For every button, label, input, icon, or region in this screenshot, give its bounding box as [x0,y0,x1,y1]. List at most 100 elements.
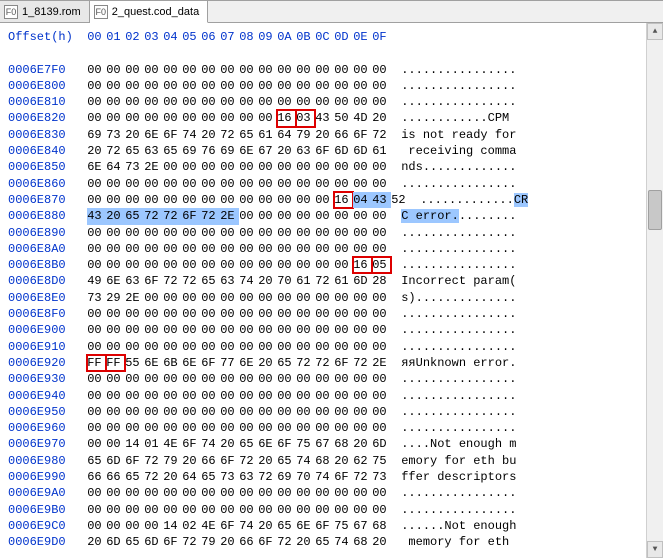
hex-byte[interactable]: 00 [144,502,163,518]
hex-byte[interactable]: 00 [125,257,144,273]
hex-byte[interactable]: 72 [144,469,163,485]
hex-byte[interactable]: 00 [258,485,277,501]
hex-byte[interactable]: 00 [296,257,315,273]
hex-byte[interactable]: 00 [315,502,334,518]
hex-byte[interactable]: 61 [334,273,353,289]
hex-byte[interactable]: 00 [315,241,334,257]
hex-byte[interactable]: 6F [277,436,296,452]
hex-byte[interactable]: 00 [220,485,239,501]
hex-byte[interactable]: 00 [239,388,258,404]
hex-byte[interactable]: 68 [315,453,334,469]
hex-row[interactable]: 0006E840 20726563656976696E6720636F6D6D6… [8,143,642,159]
hex-byte[interactable]: 64 [182,469,201,485]
hex-byte[interactable]: 72 [163,208,182,224]
hex-byte[interactable]: 2E [372,355,391,371]
hex-byte[interactable]: 00 [182,339,201,355]
hex-byte[interactable]: 65 [125,143,144,159]
hex-byte[interactable]: 00 [182,485,201,501]
hex-byte[interactable]: 00 [163,78,182,94]
hex-row[interactable]: 0006E940 0000000000000000000000000000000… [8,388,642,404]
hex-byte[interactable]: 65 [125,208,144,224]
hex-byte[interactable]: 65 [277,453,296,469]
hex-byte[interactable]: 00 [372,176,391,192]
hex-byte[interactable]: 00 [353,339,372,355]
hex-byte[interactable]: 00 [353,306,372,322]
hex-row[interactable]: 0006E810 0000000000000000000000000000000… [8,94,642,110]
hex-byte[interactable]: 73 [372,469,391,485]
hex-byte[interactable]: 00 [353,485,372,501]
hex-byte[interactable]: 72 [315,355,334,371]
hex-byte[interactable]: 65 [239,436,258,452]
hex-byte[interactable]: 29 [106,290,125,306]
hex-byte[interactable]: 02 [182,518,201,534]
scroll-thumb[interactable] [648,190,662,230]
hex-byte[interactable]: 00 [296,339,315,355]
hex-byte[interactable]: 00 [163,371,182,387]
hex-byte[interactable]: 20 [258,518,277,534]
hex-byte[interactable]: 00 [144,290,163,306]
hex-byte[interactable]: 00 [258,159,277,175]
hex-byte[interactable]: 00 [144,176,163,192]
hex-byte[interactable]: 00 [258,94,277,110]
hex-byte[interactable]: 52 [391,192,410,208]
hex-byte[interactable]: 00 [87,176,106,192]
hex-byte[interactable]: 00 [315,485,334,501]
hex-byte[interactable]: 00 [220,225,239,241]
hex-byte[interactable]: 16 [353,257,372,273]
hex-byte[interactable]: 00 [239,94,258,110]
hex-byte[interactable]: 67 [353,518,372,534]
hex-byte[interactable]: 00 [296,290,315,306]
hex-byte[interactable]: 00 [163,62,182,78]
hex-byte[interactable]: 00 [277,176,296,192]
hex-byte[interactable]: 65 [125,469,144,485]
hex-byte[interactable]: 00 [87,420,106,436]
hex-byte[interactable]: 6F [125,453,144,469]
hex-byte[interactable]: 00 [182,502,201,518]
hex-byte[interactable]: 00 [277,208,296,224]
hex-byte[interactable]: 00 [182,257,201,273]
hex-byte[interactable]: 00 [144,225,163,241]
hex-byte[interactable]: 00 [277,78,296,94]
hex-byte[interactable]: 6E [239,355,258,371]
hex-byte[interactable]: 00 [144,94,163,110]
hex-byte[interactable]: 72 [315,273,334,289]
hex-byte[interactable]: 65 [125,534,144,550]
hex-byte[interactable]: 00 [277,290,296,306]
hex-byte[interactable]: 00 [353,371,372,387]
hex-byte[interactable]: 00 [353,225,372,241]
hex-byte[interactable]: 63 [220,273,239,289]
hex-byte[interactable]: 00 [163,502,182,518]
hex-byte[interactable]: 20 [87,143,106,159]
hex-byte[interactable]: 00 [144,110,163,126]
hex-byte[interactable]: 73 [125,159,144,175]
hex-byte[interactable]: 00 [315,290,334,306]
hex-byte[interactable]: 00 [315,322,334,338]
hex-byte[interactable]: 00 [239,192,258,208]
hex-byte[interactable]: 00 [258,110,277,126]
hex-byte[interactable]: 00 [182,110,201,126]
hex-byte[interactable]: 72 [163,273,182,289]
hex-byte[interactable]: 00 [87,502,106,518]
hex-byte[interactable]: 00 [277,257,296,273]
hex-byte[interactable]: 00 [277,94,296,110]
hex-byte[interactable]: 68 [372,518,391,534]
hex-byte[interactable]: 72 [296,355,315,371]
hex-byte[interactable]: 00 [144,420,163,436]
hex-byte[interactable]: 2E [125,290,144,306]
hex-byte[interactable]: 00 [220,339,239,355]
hex-byte[interactable]: 00 [296,225,315,241]
hex-byte[interactable]: 00 [201,159,220,175]
hex-byte[interactable]: 00 [201,502,220,518]
hex-byte[interactable]: 00 [87,225,106,241]
hex-byte[interactable]: 00 [87,518,106,534]
hex-byte[interactable]: 00 [125,388,144,404]
hex-byte[interactable]: 00 [334,485,353,501]
hex-byte[interactable]: 00 [334,404,353,420]
hex-byte[interactable]: 00 [201,192,220,208]
hex-byte[interactable]: 00 [87,371,106,387]
hex-byte[interactable]: 20 [258,273,277,289]
hex-byte[interactable]: 16 [334,192,353,208]
hex-byte[interactable]: 00 [334,62,353,78]
hex-byte[interactable]: 2E [144,159,163,175]
hex-byte[interactable]: 00 [106,436,125,452]
